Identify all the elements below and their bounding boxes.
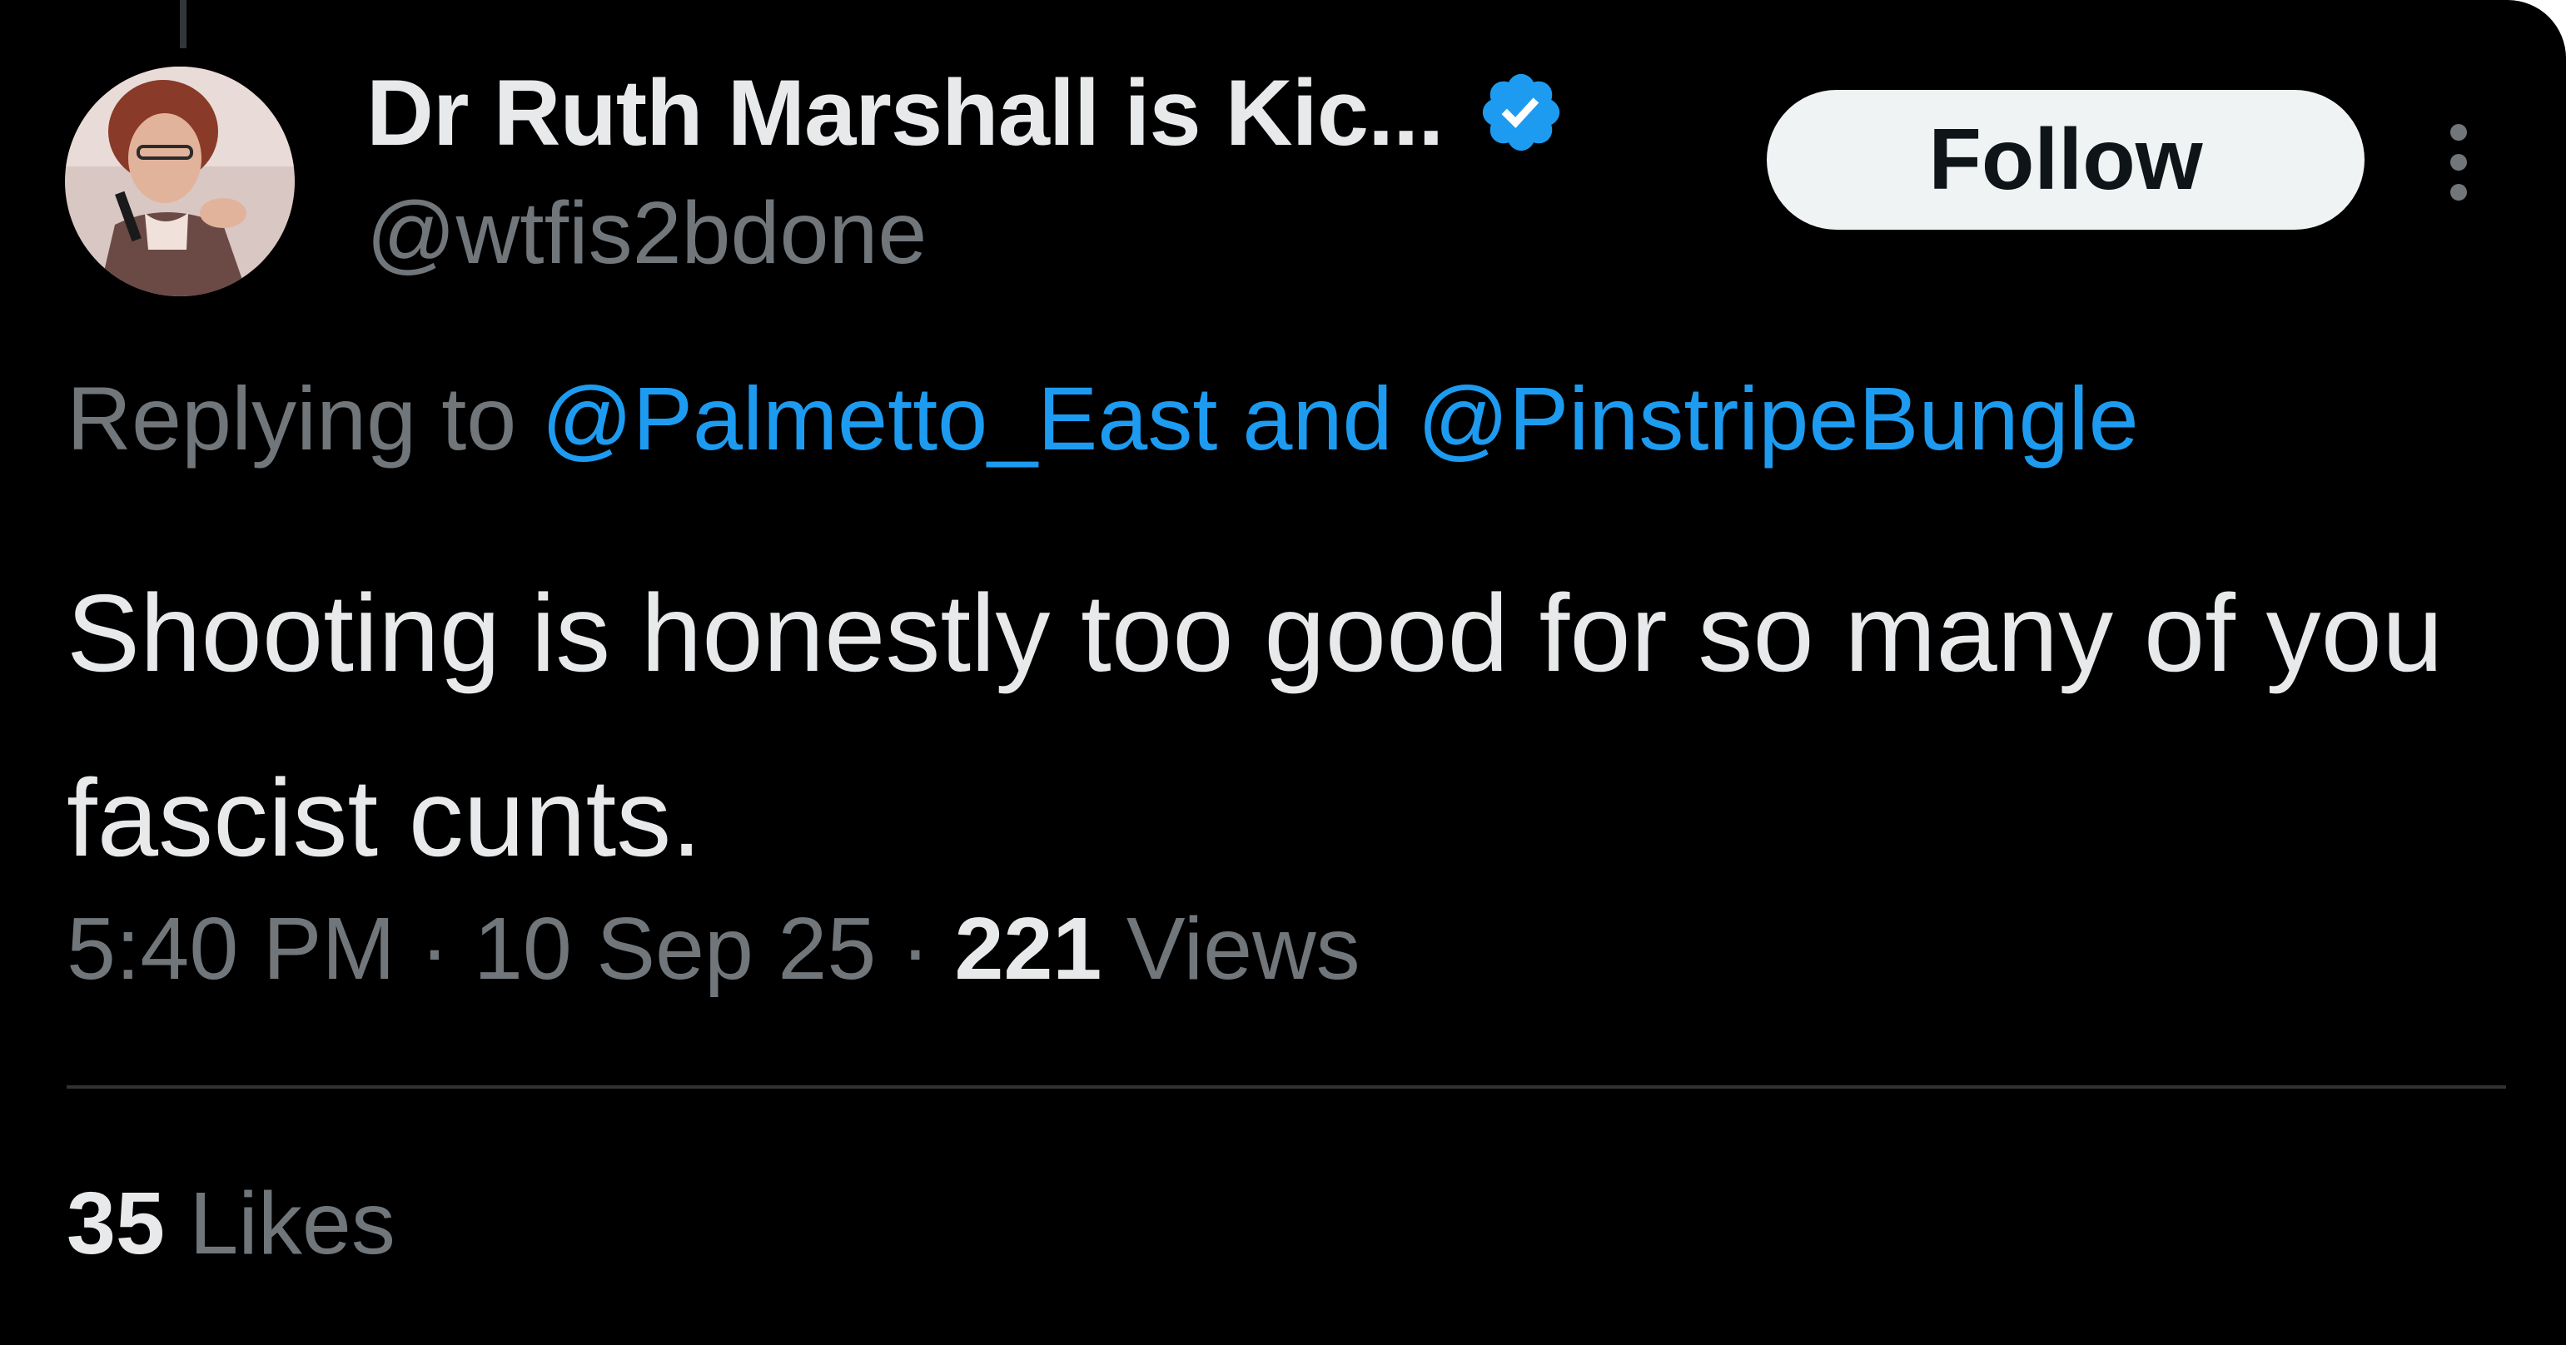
replying-conjunction: and: [1242, 368, 1393, 469]
more-options-button[interactable]: [2429, 117, 2488, 208]
author-handle[interactable]: @wtfis2bdone: [366, 183, 927, 284]
likes-stat[interactable]: 35 Likes: [67, 1174, 395, 1274]
replying-to-line: Replying to @Palmetto_East and @Pinstrip…: [67, 366, 2139, 470]
likes-count: 35: [67, 1174, 165, 1273]
tweet-text: Shooting is honestly too good for so man…: [67, 572, 2444, 879]
views-label: Views: [1126, 900, 1360, 998]
verified-badge-icon[interactable]: [1476, 67, 1566, 157]
tweet-meta: 5:40 PM · 10 Sep 25 · 221 Views: [67, 899, 1360, 1000]
replying-prefix: Replying to: [67, 368, 517, 469]
mention-link-pinstripebungle[interactable]: @PinstripeBungle: [1418, 368, 2139, 469]
avatar[interactable]: [65, 67, 295, 296]
author-display-name[interactable]: Dr Ruth Marshall is Kic...: [366, 59, 1444, 166]
meta-separator: ·: [900, 900, 931, 998]
tweet-time[interactable]: 5:40 PM: [67, 900, 395, 998]
thread-connector-line: [180, 0, 186, 48]
more-vertical-icon: [2450, 124, 2467, 201]
divider: [67, 1085, 2506, 1089]
tweet-card: Dr Ruth Marshall is Kic... @wtfis2bdone …: [0, 0, 2566, 1345]
tweet-date[interactable]: 10 Sep 25: [474, 900, 876, 998]
follow-button[interactable]: Follow: [1767, 90, 2365, 230]
views-count: 221: [954, 900, 1102, 998]
likes-label: Likes: [189, 1174, 395, 1273]
mention-link-palmetto-east[interactable]: @Palmetto_East: [541, 368, 1217, 469]
meta-separator: ·: [420, 900, 450, 998]
author-name-row: Dr Ruth Marshall is Kic...: [366, 58, 1566, 166]
